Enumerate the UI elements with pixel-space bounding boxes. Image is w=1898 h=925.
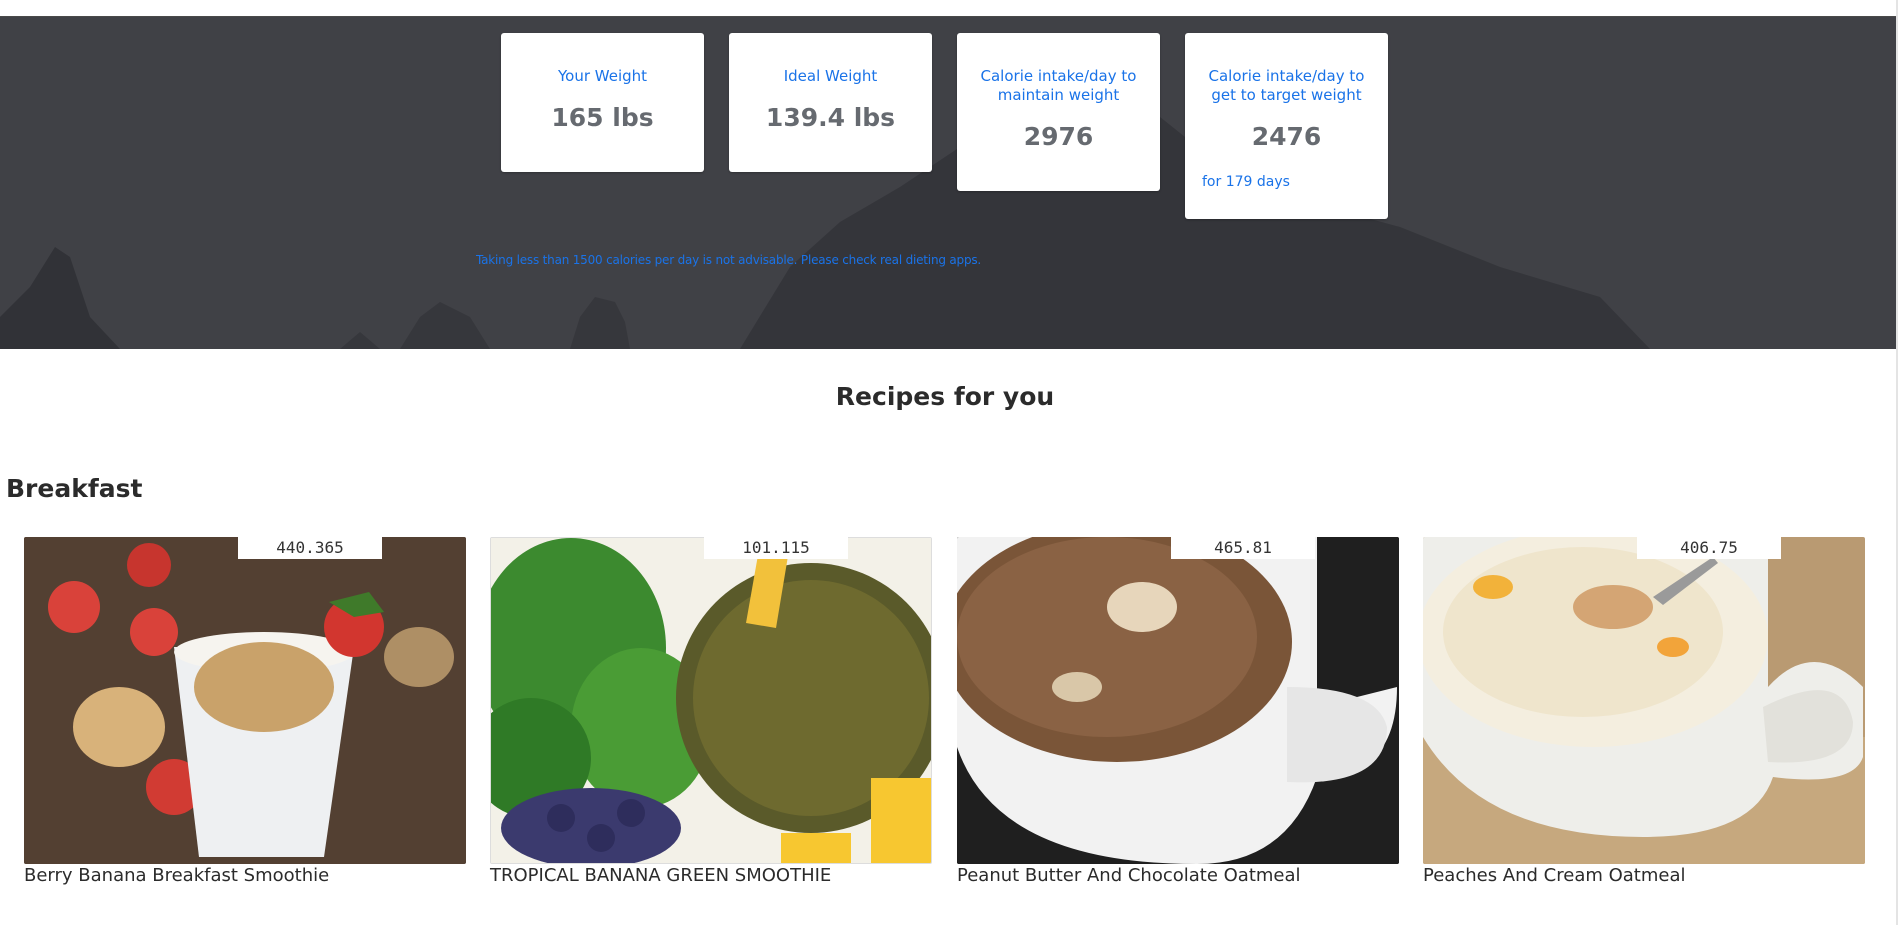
recipe-name[interactable]: Peaches And Cream Oatmeal: [1423, 865, 1686, 886]
your-weight-title: Your Weight: [557, 67, 648, 85]
your-weight-value: 165 lbs: [551, 103, 654, 132]
calorie-badge: 101.115: [704, 537, 848, 559]
recipe-image-green-smoothie[interactable]: [490, 537, 932, 864]
recipe-card[interactable]: 465.81 Peanut Butter And Chocolate Oatme…: [957, 537, 1399, 887]
recipe-name[interactable]: Peanut Butter And Chocolate Oatmeal: [957, 865, 1301, 886]
maintain-calories-title: Calorie intake/day to maintain weight: [980, 67, 1137, 104]
target-calories-card: Calorie intake/day to get to target weig…: [1185, 33, 1388, 219]
recipe-card[interactable]: 406.75 Peaches And Cream Oatmeal: [1423, 537, 1865, 887]
top-bar: [0, 0, 1898, 17]
mountain-background: [0, 17, 1898, 349]
breakfast-heading: Breakfast: [6, 474, 143, 503]
recipe-name[interactable]: TROPICAL BANANA GREEN SMOOTHIE: [490, 865, 831, 886]
recipe-image-peach-oatmeal[interactable]: [1423, 537, 1865, 864]
recipe-image-pb-oatmeal[interactable]: [957, 537, 1399, 864]
target-calories-value: 2476: [1251, 122, 1322, 151]
ideal-weight-value: 139.4 lbs: [765, 103, 896, 132]
recipes-heading: Recipes for you: [835, 382, 1055, 411]
target-calories-title: Calorie intake/day to get to target weig…: [1208, 67, 1365, 104]
maintain-calories-card: Calorie intake/day to maintain weight 29…: [957, 33, 1160, 191]
recipe-name[interactable]: Berry Banana Breakfast Smoothie: [24, 865, 329, 886]
maintain-calories-value: 2976: [1023, 122, 1094, 151]
calorie-badge: 440.365: [238, 537, 382, 559]
calorie-badge: 406.75: [1637, 537, 1781, 559]
recipe-card[interactable]: 101.115 TROPICAL BANANA GREEN SMOOTHIE: [490, 537, 932, 887]
target-days-note: for 179 days: [1202, 174, 1290, 190]
ideal-weight-title: Ideal Weight: [783, 67, 878, 85]
recipe-image-smoothie[interactable]: [24, 537, 466, 864]
your-weight-card: Your Weight 165 lbs: [501, 33, 704, 172]
calorie-warning: Taking less than 1500 calories per day i…: [476, 253, 982, 267]
ideal-weight-card: Ideal Weight 139.4 lbs: [729, 33, 932, 172]
calorie-badge: 465.81: [1171, 537, 1315, 559]
recipe-card[interactable]: 440.365 Berry Banana Breakfast Smoothie: [24, 537, 466, 887]
hero-banner: Your Weight 165 lbs Ideal Weight 139.4 l…: [0, 17, 1898, 349]
